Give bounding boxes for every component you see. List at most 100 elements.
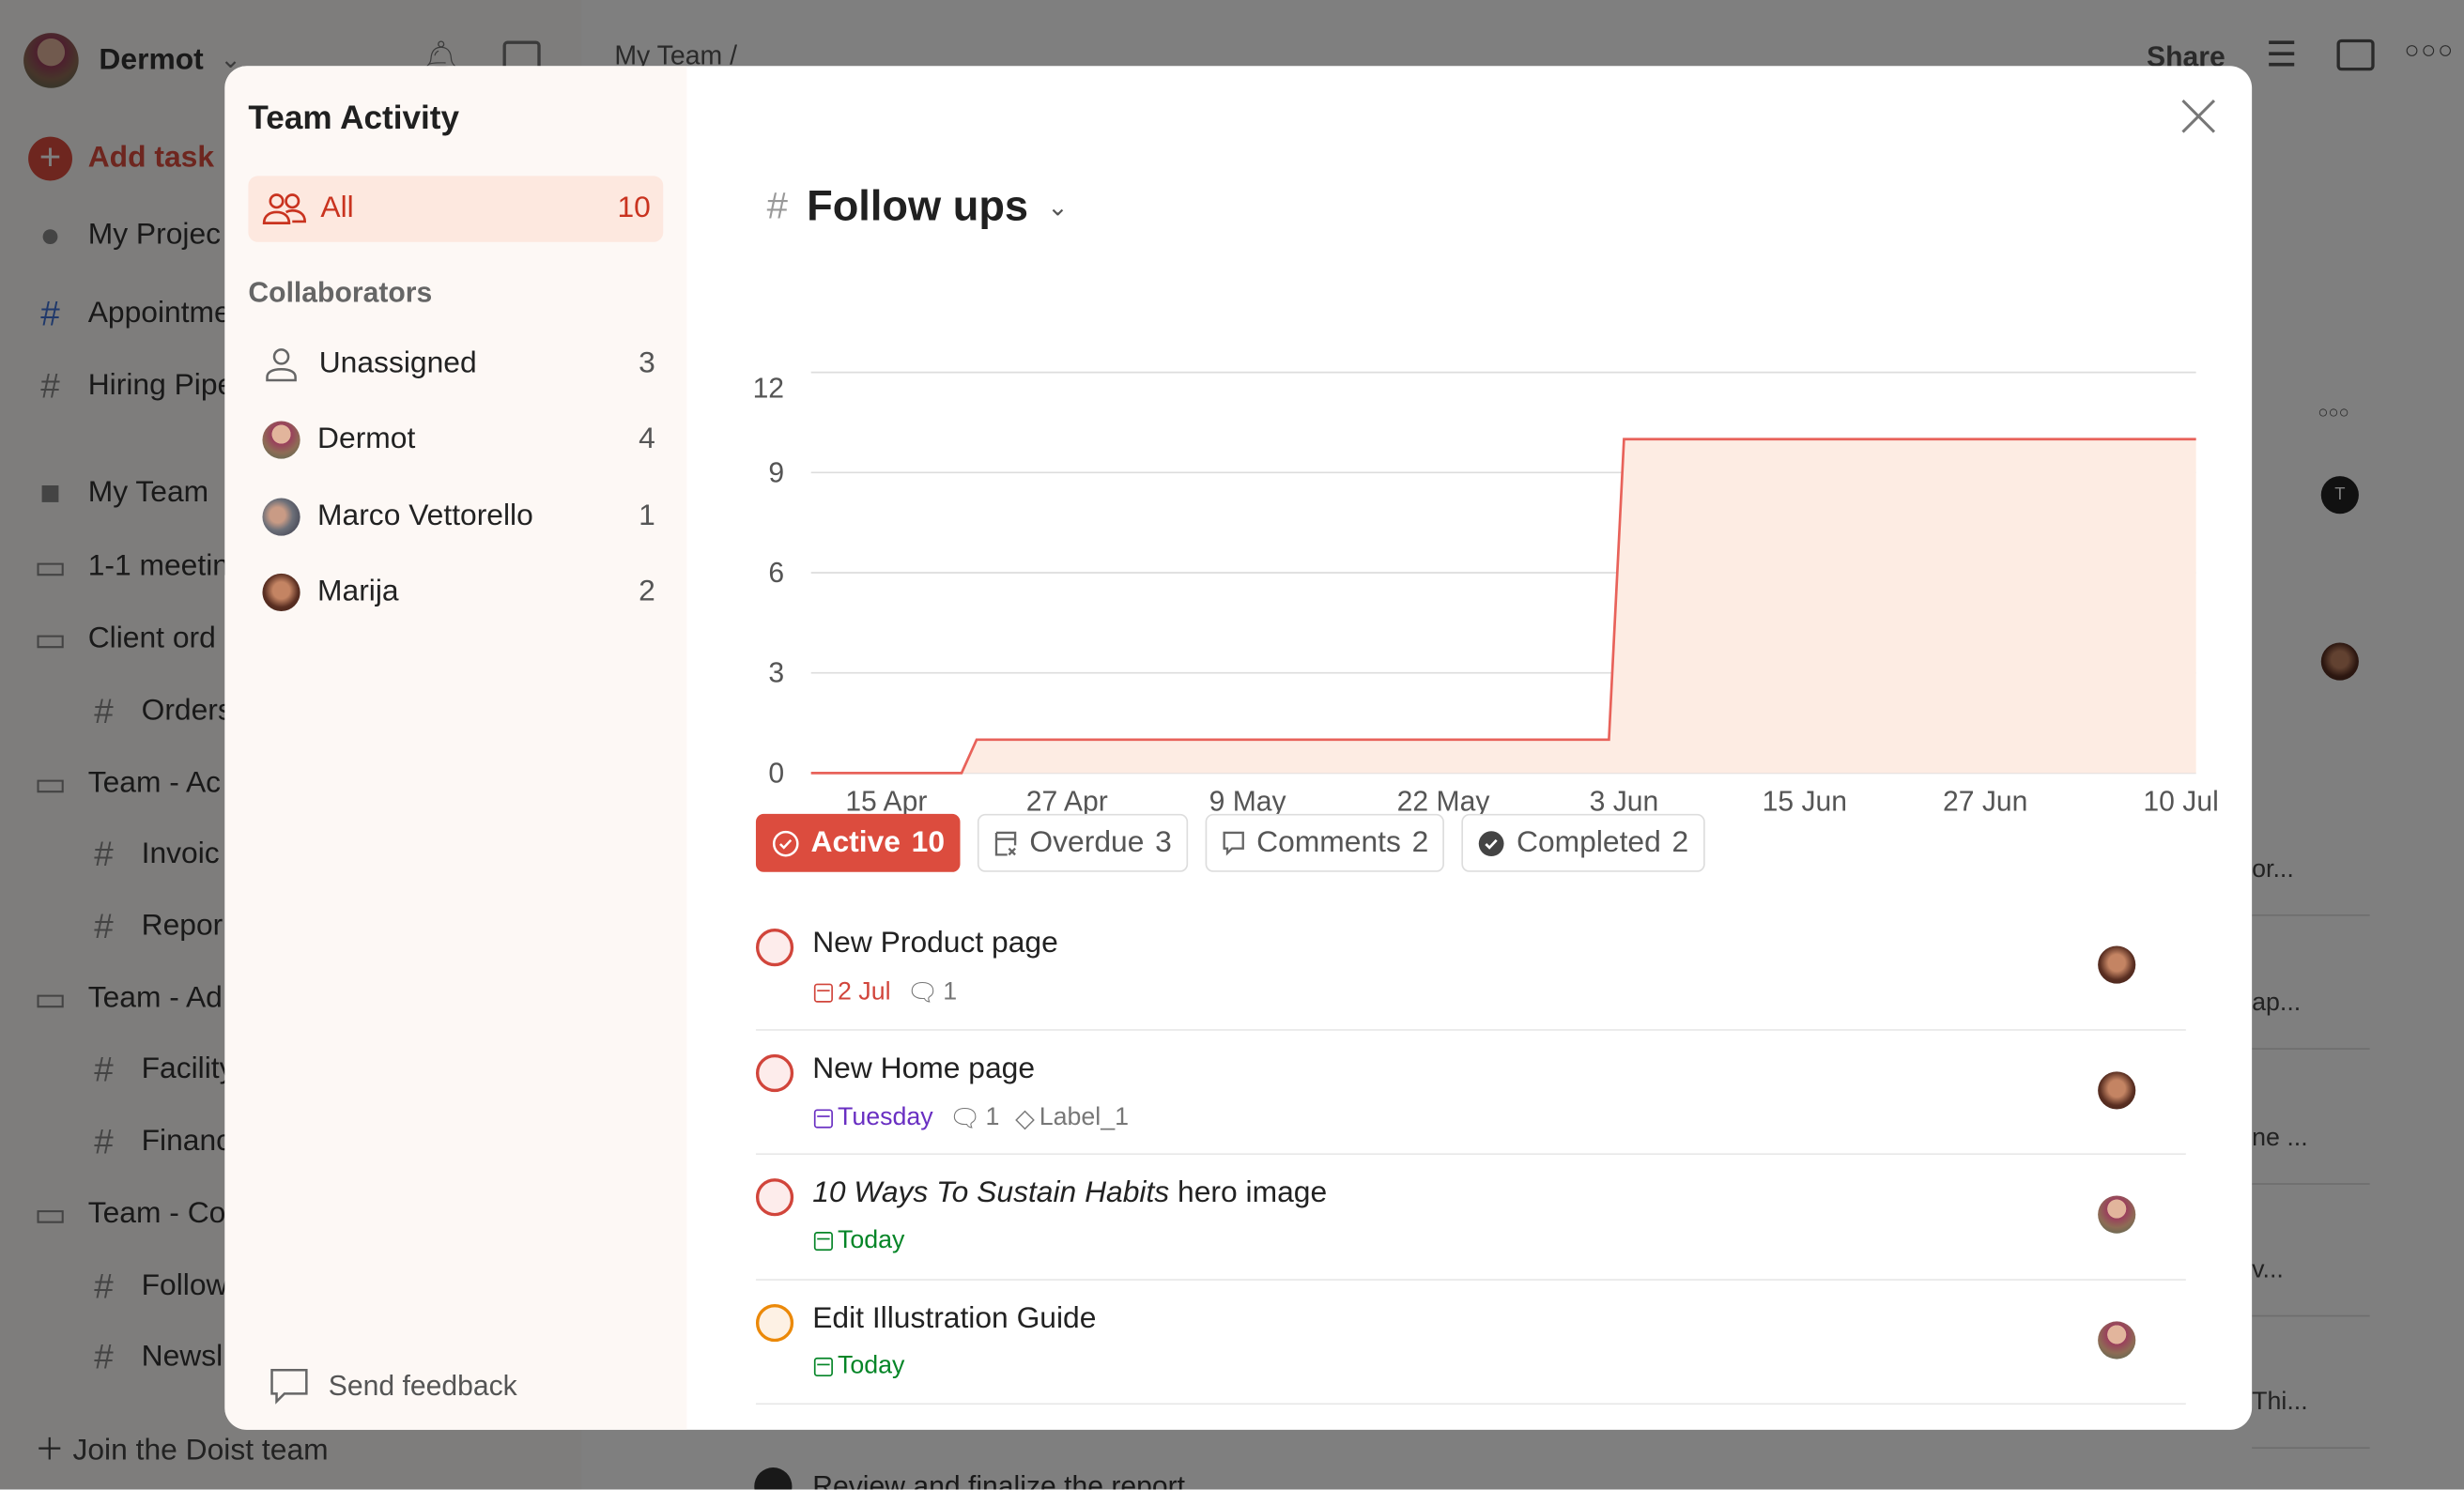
avatar: [262, 421, 300, 459]
filter-completed[interactable]: Completed 2: [1461, 813, 1704, 872]
filter-all[interactable]: All 10: [248, 176, 664, 242]
due-date: Today: [813, 1227, 904, 1255]
collaborators-heading: Collaborators: [248, 276, 433, 309]
x-tick-label: 10 Jul: [2143, 787, 2218, 818]
comment-count-label: 1: [943, 978, 958, 1006]
task-name: New Home page: [812, 1052, 1035, 1086]
collaborator-marija[interactable]: Marija 2: [262, 573, 655, 611]
collaborator-name: Marija: [317, 575, 399, 608]
y-tick-label: 6: [768, 558, 784, 589]
filter-overdue[interactable]: Overdue 3: [978, 813, 1188, 872]
task-meta: Today: [813, 1227, 904, 1255]
check-filled-icon: [1478, 830, 1504, 856]
x-tick-label: 3 Jun: [1590, 787, 1659, 818]
collaborator-name: Dermot: [317, 422, 416, 456]
collaborator-count: 4: [639, 422, 655, 456]
filter-label: Completed: [1517, 825, 1661, 859]
task-checkbox[interactable]: [755, 1303, 794, 1342]
task-meta: Tuesday 🗨︎ 1 ◇ Label_1: [813, 1102, 1129, 1133]
task-list: New Product page 2 Jul 🗨︎ 1 New Home page Tue…: [755, 905, 2186, 1406]
assignee-avatar[interactable]: [2098, 1195, 2136, 1234]
filter-count: 2: [1411, 825, 1429, 859]
close-icon[interactable]: [2177, 94, 2221, 138]
assignee-avatar[interactable]: [2098, 945, 2136, 984]
chart-area: [810, 438, 2196, 774]
avatar: [262, 498, 300, 536]
check-circle-icon: [772, 830, 799, 856]
task-name: 10 Ways To Sustain Habits hero image: [812, 1176, 1327, 1211]
person-icon: [266, 348, 297, 382]
comment-icon: 🗨︎: [948, 1105, 981, 1132]
collaborator-count: 3: [639, 346, 655, 380]
assignee-avatar[interactable]: [2098, 1320, 2136, 1359]
x-tick-label: 27 Apr: [1026, 787, 1108, 818]
task-name-text: New Product page: [812, 927, 1058, 960]
tag-icon: ◇: [1015, 1105, 1035, 1132]
task-row[interactable]: Edit Illustration Guide Today: [755, 1280, 2186, 1406]
filter-count: 2: [1671, 825, 1689, 859]
activity-chart: 0 3 6 9 12 15 Apr 27 Apr 9 May 22 May 3 Jun 15 Jun…: [753, 371, 2219, 818]
y-tick-label: 9: [768, 457, 784, 488]
y-tick-label: 12: [753, 373, 785, 404]
x-tick-label: 15 Jun: [1763, 787, 1847, 818]
task-label: ◇ Label_1: [1015, 1102, 1129, 1133]
project-name: Follow ups: [807, 182, 1029, 230]
filter-all-count: 10: [617, 192, 651, 225]
task-checkbox[interactable]: [755, 1053, 794, 1092]
task-name: Edit Illustration Guide: [812, 1301, 1096, 1336]
collaborator-name: Marco Vettorello: [317, 499, 533, 533]
calendar-icon: [813, 1108, 833, 1128]
task-name-text: Edit Illustration Guide: [812, 1301, 1097, 1335]
filter-active[interactable]: Active 10: [755, 813, 961, 872]
task-filters: Active 10 Overdue 3 Comments 2 Completed…: [755, 813, 1704, 872]
modal-title: Team Activity: [248, 100, 460, 137]
filter-label: Active: [810, 825, 901, 859]
task-name-text: hero image: [1169, 1176, 1328, 1210]
modal-sidebar: Team Activity All 10 Collaborators Unass…: [224, 66, 687, 1430]
x-tick-label: 27 Jun: [1943, 787, 2027, 818]
collaborator-marco[interactable]: Marco Vettorello 1: [262, 498, 655, 536]
comment-icon: [1222, 830, 1244, 855]
due-label: Today: [837, 1352, 905, 1379]
avatar: [262, 573, 300, 611]
assignee-avatar[interactable]: [2098, 1070, 2136, 1109]
y-tick-label: 0: [768, 758, 784, 789]
filter-count: 10: [911, 825, 946, 859]
comment-count: 🗨︎ 1: [948, 1102, 999, 1133]
filter-all-label: All: [320, 192, 354, 225]
task-row[interactable]: New Product page 2 Jul 🗨︎ 1: [755, 905, 2186, 1030]
team-activity-modal: Team Activity All 10 Collaborators Unass…: [224, 66, 2253, 1430]
task-row[interactable]: New Home page Tuesday 🗨︎ 1 ◇ Label_1: [755, 1030, 2186, 1156]
collaborator-unassigned[interactable]: Unassigned 3: [262, 346, 655, 383]
feedback-icon: [270, 1369, 308, 1405]
filter-comments[interactable]: Comments 2: [1204, 813, 1445, 872]
chevron-down-icon: ⌄: [1047, 193, 1069, 222]
send-feedback-label: Send feedback: [328, 1369, 517, 1401]
task-checkbox[interactable]: [755, 929, 794, 967]
comment-count-label: 1: [985, 1103, 1000, 1131]
task-checkbox[interactable]: [755, 1178, 794, 1217]
task-meta: Today: [813, 1352, 905, 1380]
task-name-text: New Home page: [812, 1052, 1036, 1085]
calendar-icon: [813, 1232, 833, 1252]
filter-label: Comments: [1256, 825, 1401, 859]
calendar-icon: [813, 1357, 833, 1376]
collaborator-name: Unassigned: [318, 346, 477, 380]
collaborator-dermot[interactable]: Dermot 4: [262, 421, 655, 459]
project-selector[interactable]: # Follow ups ⌄: [767, 182, 1069, 231]
hash-icon: #: [766, 184, 789, 227]
send-feedback-button[interactable]: Send feedback: [269, 1367, 517, 1405]
label-text: Label_1: [1039, 1103, 1130, 1131]
x-tick-label: 15 Apr: [845, 787, 927, 818]
people-icon: [262, 193, 306, 224]
due-label: 2 Jul: [837, 978, 891, 1006]
collaborator-count: 1: [639, 499, 655, 533]
due-label: Tuesday: [837, 1103, 933, 1131]
due-date: Today: [813, 1352, 905, 1380]
calendar-icon: [813, 983, 833, 1003]
due-date: 2 Jul: [813, 978, 891, 1007]
task-row[interactable]: 10 Ways To Sustain Habits hero image Toda…: [755, 1155, 2186, 1281]
comment-count: 🗨︎ 1: [906, 977, 957, 1008]
filter-label: Overdue: [1029, 825, 1145, 859]
task-name-italic: 10 Ways To Sustain Habits: [812, 1176, 1170, 1210]
